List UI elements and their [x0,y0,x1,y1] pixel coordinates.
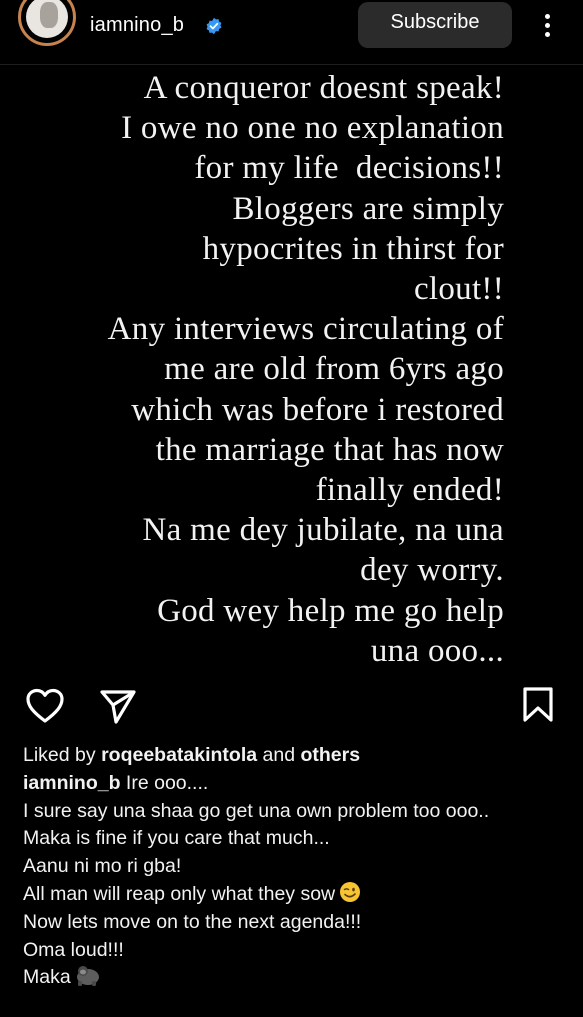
post-line: dey worry. [360,552,504,589]
post-line: for my life decisions!! [194,150,504,187]
caption-line: All man will reap only what they sow [23,882,336,905]
post-line: I owe no one no explanation [121,110,504,147]
gorilla-emoji [76,966,99,987]
caption-line: Now lets move on to the next agenda!!! [23,910,362,933]
post-line: God wey help me go help [157,592,504,629]
winking-face-emoji [340,881,361,902]
post-line: clout!! [413,271,504,308]
action-bar [0,684,583,728]
post-line: hypocrites in thirst for [202,230,504,267]
liked-by-user[interactable]: roqeebatakintola [101,744,257,766]
more-options-icon[interactable] [540,14,554,38]
caption-line: I sure say una shaa go get una own probl… [23,799,490,822]
post-text-image: A conqueror doesnt speak! I owe no one n… [40,68,504,671]
caption-line-with-emoji: All man will reap only what they sow [23,881,578,909]
post-line: una ooo... [370,632,504,669]
post-line: finally ended! [315,472,504,509]
verified-badge-icon [206,17,222,35]
header-divider [0,64,583,65]
post-line: Any interviews circulating of [107,311,504,348]
post-line: A conqueror doesnt speak! [143,70,504,106]
post-line: the marriage that has now [155,431,504,468]
caption-line: Oma loud!!! [23,938,124,961]
post-line: me are old from 6yrs ago [164,351,504,388]
send-icon[interactable] [99,688,137,726]
heart-icon[interactable] [25,688,65,724]
post-line: Bloggers are simply [232,190,504,227]
caption-text: Ire ooo.... [120,771,209,794]
likes-line: Liked by roqeebatakintola and others [23,742,578,770]
caption-first-line: iamnino_b Ire ooo.... [23,770,578,798]
likes-middle: and [257,744,301,766]
avatar-image [26,0,68,38]
post-line: which was before i restored [131,391,504,428]
likes-others-link[interactable]: others [300,744,360,766]
username[interactable]: iamnino_b [90,14,184,37]
avatar[interactable] [18,0,76,46]
caption-line-with-emoji: Maka [23,964,578,992]
post-caption: Liked by roqeebatakintola and others iam… [23,742,578,992]
bookmark-icon[interactable] [521,686,555,724]
subscribe-button[interactable]: Subscribe [358,2,512,48]
caption-line: Aanu ni mo ri gba! [23,855,182,878]
caption-line: Maka is fine if you care that much... [23,827,330,850]
caption-username[interactable]: iamnino_b [23,772,121,794]
post-header: iamnino_b Subscribe [0,0,583,64]
post-line: Na me dey jubilate, na una [142,512,504,549]
likes-prefix: Liked by [23,744,102,766]
caption-line: Maka [23,966,71,989]
